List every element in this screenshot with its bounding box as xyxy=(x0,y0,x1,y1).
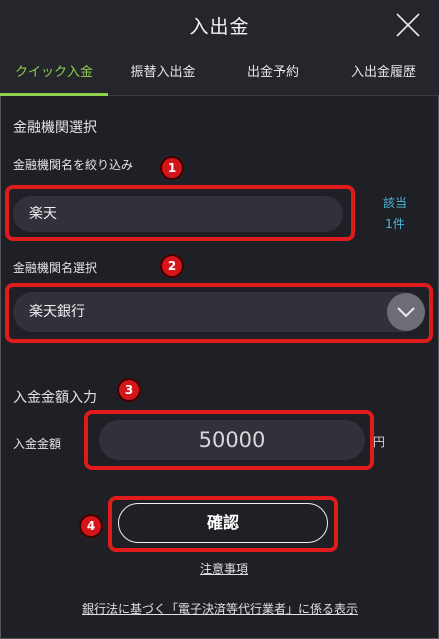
highlight-box-4 xyxy=(108,496,338,552)
match-count-line1: 該当 xyxy=(382,196,407,210)
page-title: 入出金 xyxy=(189,16,250,38)
amount-label: 入金金額 xyxy=(13,437,62,451)
match-count-label: 該当 1件 xyxy=(380,193,410,235)
annotation-badge-2: 2 xyxy=(160,254,184,278)
tab-transfer[interactable]: 振替入出金 xyxy=(108,50,218,96)
amount-section-title: 入金金額入力 xyxy=(13,390,97,406)
highlight-box-2 xyxy=(5,283,433,343)
tab-history[interactable]: 入出金履歴 xyxy=(328,50,439,96)
bank-section-title: 金融機関選択 xyxy=(13,120,97,136)
annotation-badge-4: 4 xyxy=(79,514,103,538)
close-icon[interactable] xyxy=(394,11,422,39)
annotation-badge-3: 3 xyxy=(117,378,141,402)
bank-filter-label: 金融機関名を絞り込み xyxy=(13,158,134,172)
header: 入出金 xyxy=(0,0,439,50)
tab-bar: クイック入金 振替入出金 出金予約 入出金履歴 xyxy=(0,50,439,96)
tab-withdrawal-reservation[interactable]: 出金予約 xyxy=(218,50,328,96)
highlight-box-1 xyxy=(5,185,355,241)
legal-disclosure-link[interactable]: 銀行法に基づく「電子決済等代行業者」に係る表示 xyxy=(40,600,400,617)
tab-quick-deposit[interactable]: クイック入金 xyxy=(0,50,108,96)
currency-unit: 円 xyxy=(373,435,386,449)
highlight-box-3 xyxy=(84,410,374,470)
bank-name-label: 金融機関名選択 xyxy=(13,261,98,275)
active-tab-indicator xyxy=(0,93,108,96)
notes-link[interactable]: 注意事項 xyxy=(169,560,279,577)
annotation-badge-1: 1 xyxy=(160,156,184,180)
match-count-line2: 1件 xyxy=(385,217,405,231)
